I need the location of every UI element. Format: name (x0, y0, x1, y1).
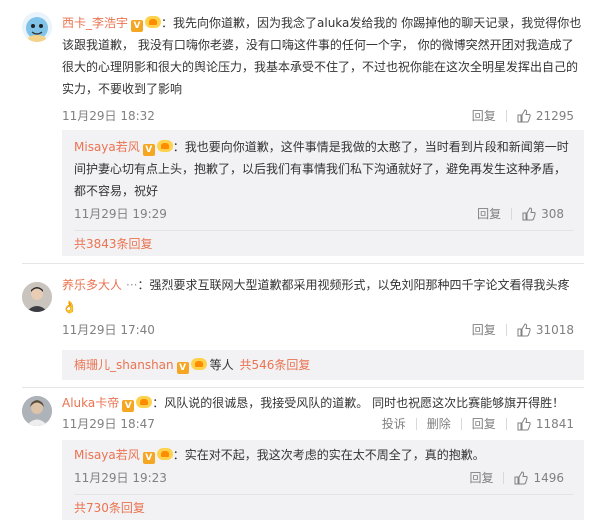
reply-box: Misaya若风 V ：我也要向你道歉，这件事情是我做的太憨了，当时看到片段和新闻第… (62, 130, 584, 256)
reply-button[interactable]: 回复 (462, 414, 506, 434)
username-link[interactable]: 养乐多大人 (62, 278, 122, 292)
timestamp: 11月29日 19:23 (74, 471, 167, 485)
level-badge-icon (136, 396, 153, 408)
verified-badge-icon: V (122, 400, 135, 412)
timestamp: 11月29日 18:47 (62, 417, 155, 431)
comment-text: 西卡_李浩宇 V ：我先向你道歉，因为我念了aluka发给我的 你踢掉他的聊天记录，… (62, 16, 582, 96)
thumbs-up-icon (522, 207, 536, 221)
like-count: 1496 (533, 471, 564, 485)
report-button[interactable]: 投诉 (372, 414, 416, 434)
ok-hand-emoji-icon: 👌 (62, 300, 77, 314)
like-count: 21295 (535, 109, 574, 123)
reply-preview-text: 楠珊儿_shanshan V 等人 共546条回复 (74, 358, 311, 374)
like-button[interactable]: 31018 (507, 320, 584, 340)
username-link[interactable]: Misaya若风 (74, 140, 140, 154)
like-button[interactable]: 21295 (507, 106, 584, 126)
reply-actions: 回复 308 (467, 204, 574, 224)
more-replies-link[interactable]: 共546条回复 (239, 358, 310, 372)
timestamp: 11月29日 17:40 (62, 323, 155, 337)
like-count: 11841 (535, 417, 574, 431)
divider (74, 494, 574, 495)
level-badge-icon (156, 140, 173, 152)
username-link[interactable]: Misaya若风 (74, 448, 140, 462)
person-avatar-icon (22, 396, 52, 426)
more-replies-link[interactable]: 共3843条回复 (74, 234, 153, 254)
like-button[interactable]: 1496 (504, 468, 574, 488)
username-link[interactable]: Aluka卡帝 (62, 396, 119, 410)
reply-text: Misaya若风 V ：我也要向你道歉，这件事情是我做的太憨了，当时看到片段和新闻第… (74, 140, 569, 198)
timestamp: 11月29日 18:32 (62, 109, 155, 123)
level-badge-icon (190, 358, 207, 370)
avatar[interactable] (22, 396, 52, 426)
person-avatar-icon (22, 282, 52, 312)
reply-preview: 楠珊儿_shanshan V 等人 共546条回复 (62, 350, 584, 380)
like-count: 308 (541, 207, 564, 221)
comment-text: Aluka卡帝 V ：风队说的很诚恳，我接受风队的道歉。 同时也祝愿这次比赛能够旗开… (62, 396, 565, 412)
more-options-icon[interactable]: ··· (126, 278, 137, 292)
reply-actions: 回复 1496 (459, 468, 574, 488)
like-button[interactable]: 11841 (507, 414, 584, 434)
avatar[interactable] (22, 12, 52, 42)
comment-actions: 回复 31018 (462, 320, 584, 340)
verified-badge-icon: V (142, 144, 155, 156)
like-button[interactable]: 308 (512, 204, 574, 224)
level-badge-icon (145, 16, 162, 28)
username-link[interactable]: 楠珊儿_shanshan (74, 358, 174, 372)
level-badge-icon (156, 448, 173, 460)
comment-actions: 投诉 删除 回复 11841 (372, 414, 584, 434)
avatar[interactable] (22, 282, 52, 312)
reply-button[interactable]: 回复 (459, 468, 503, 488)
thumbs-up-icon (517, 417, 531, 431)
verified-badge-icon: V (176, 362, 189, 374)
more-replies-link[interactable]: 共730条回复 (74, 498, 145, 518)
divider (22, 263, 584, 264)
reply-button[interactable]: 回复 (467, 204, 511, 224)
comment-actions: 回复 21295 (462, 106, 584, 126)
divider (74, 230, 574, 231)
divider (22, 387, 584, 388)
verified-badge-icon: V (142, 452, 155, 464)
delete-button[interactable]: 删除 (417, 414, 461, 434)
squirtle-avatar-icon (26, 17, 48, 42)
reply-box: Misaya若风 V ：实在对不起，我这次考虑的实在太不周全了，真的抱歉。 11月2… (62, 440, 584, 520)
username-link[interactable]: 西卡_李浩宇 (62, 16, 128, 30)
like-count: 31018 (535, 323, 574, 337)
reply-button[interactable]: 回复 (462, 106, 506, 126)
thumbs-up-icon (517, 109, 531, 123)
reply-text: Misaya若风 V ：实在对不起，我这次考虑的实在太不周全了，真的抱歉。 (74, 448, 485, 464)
comment-text: 养乐多大人 ···：强烈要求互联网大型道歉都采用视频形式，以免刘阳那种四千字论文看… (62, 278, 570, 314)
timestamp: 11月29日 19:29 (74, 207, 167, 221)
verified-badge-icon: V (131, 20, 144, 32)
thumbs-up-icon (517, 323, 531, 337)
reply-button[interactable]: 回复 (462, 320, 506, 340)
thumbs-up-icon (514, 471, 529, 485)
